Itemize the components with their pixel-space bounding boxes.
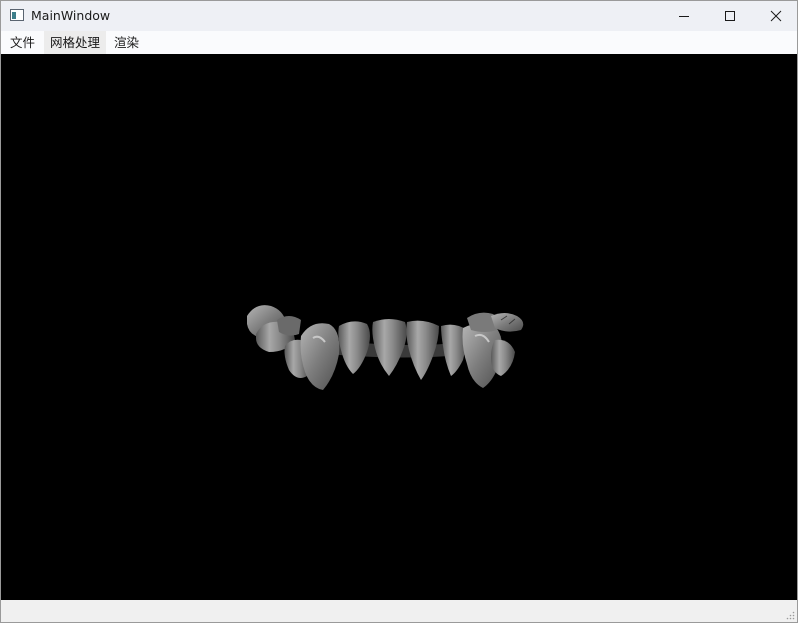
- minimize-icon: [679, 16, 689, 17]
- close-icon: [770, 10, 782, 22]
- render-viewport[interactable]: [1, 54, 797, 600]
- menu-mesh-processing[interactable]: 网格处理: [44, 31, 107, 54]
- app-icon: [10, 9, 24, 21]
- menu-file[interactable]: 文件: [4, 31, 41, 54]
- maximize-icon: [725, 11, 735, 21]
- close-button[interactable]: [753, 1, 797, 31]
- maximize-button[interactable]: [707, 1, 753, 31]
- menu-bar: 文件 网格处理 渲染: [1, 31, 797, 54]
- minimize-button[interactable]: [661, 1, 707, 31]
- menu-render[interactable]: 渲染: [108, 31, 145, 54]
- window-title: MainWindow: [31, 8, 111, 23]
- main-window: MainWindow 文件 网格处理 渲染: [0, 0, 798, 623]
- title-bar[interactable]: MainWindow: [1, 1, 797, 31]
- size-grip-icon[interactable]: [785, 610, 795, 620]
- status-bar: [1, 600, 797, 622]
- dental-mesh-render: [247, 305, 524, 390]
